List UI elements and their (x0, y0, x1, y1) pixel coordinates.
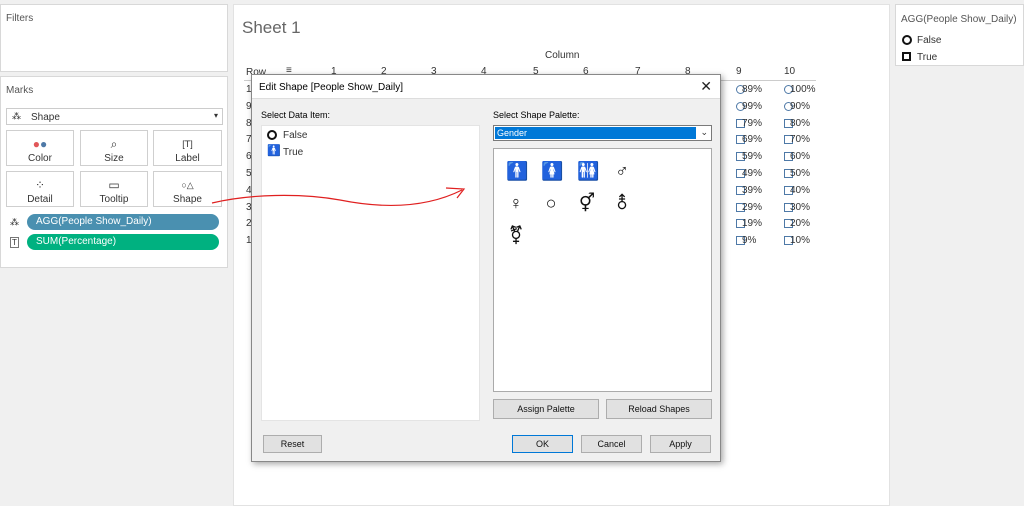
percentage-label: 50% (790, 168, 811, 179)
shape-palette-grid[interactable]: 🚹 🚺 🚻 ♂ ♀ ○ ⚥ ⚨ ⚧ (493, 148, 712, 392)
percentage-label: 49% (742, 168, 763, 179)
sheet-title: Sheet 1 (242, 18, 301, 37)
column-number: 10 (784, 66, 796, 77)
person-shape-icon: 🚹 (267, 145, 281, 157)
percentage-label: 29% (742, 201, 763, 213)
ok-button[interactable]: OK (512, 435, 573, 453)
color-card[interactable]: ●● Color (6, 130, 74, 166)
color-icon: ●● (32, 137, 48, 151)
percentage-label: 40% (790, 184, 811, 196)
female-figure-icon[interactable]: 🚺 (541, 161, 563, 181)
shape-mark-icon: ⁂ (12, 111, 21, 121)
percentage-label: 80% (790, 117, 811, 129)
size-card-label: Size (104, 153, 124, 164)
percentage-label: 9% (742, 235, 757, 247)
filters-shelf[interactable]: Filters (0, 4, 228, 72)
cancel-button[interactable]: Cancel (581, 435, 642, 453)
percentage-label: 89% (742, 84, 763, 95)
mark-type-value: Shape (31, 112, 60, 123)
reload-shapes-button[interactable]: Reload Shapes (606, 399, 712, 419)
text-field-icon: T (10, 237, 19, 248)
agg-people-show-daily-pill[interactable]: AGG(People Show_Daily) (27, 214, 219, 230)
shape-field-icon: ⁂ (10, 217, 19, 227)
legend-item-false[interactable]: False (917, 35, 941, 46)
transgender-icon[interactable]: ⚧ (506, 225, 526, 245)
male-symbol-icon[interactable]: ♂ (612, 161, 632, 181)
detail-icon: ⁘ (34, 178, 46, 192)
size-icon: ⌕ (110, 137, 118, 151)
female-symbol-icon[interactable]: ♀ (506, 193, 526, 213)
dialog-title: Edit Shape [People Show_Daily] (259, 82, 403, 93)
data-item-list[interactable]: False 🚹 True (261, 125, 480, 421)
male-figure-icon[interactable]: 🚹 (506, 161, 528, 181)
circle-shape-icon (902, 35, 912, 45)
shape-palette-dropdown[interactable]: Gender ⌄ (493, 125, 712, 141)
percentage-label: 69% (742, 134, 763, 146)
shape-legend: AGG(People Show_Daily) False True (895, 4, 1024, 66)
detail-card[interactable]: ⁘ Detail (6, 171, 74, 207)
mark-type-dropdown[interactable]: ⁂ Shape ▾ (6, 108, 223, 125)
apply-button[interactable]: Apply (650, 435, 711, 453)
select-shape-palette-label: Select Shape Palette: (493, 110, 580, 120)
square-shape-icon (902, 52, 911, 61)
person-figure-icon[interactable]: 🚻 (577, 161, 599, 181)
shape-icon: ○△ (181, 180, 194, 190)
column-number: 9 (736, 66, 742, 77)
chevron-down-icon: ⌄ (700, 127, 708, 137)
percentage-label: 59% (742, 151, 763, 163)
data-item-false[interactable]: False (283, 130, 307, 141)
shape-card[interactable]: ○△ Shape (153, 171, 222, 207)
color-card-label: Color (28, 153, 52, 164)
mars-stroke-icon[interactable]: ⚨ (612, 193, 632, 213)
select-data-item-label: Select Data Item: (261, 110, 331, 120)
filters-title: Filters (6, 13, 34, 24)
tooltip-card[interactable]: ▭ Tooltip (80, 171, 148, 207)
assign-palette-button[interactable]: Assign Palette (493, 399, 599, 419)
shape-card-label: Shape (173, 194, 202, 205)
reset-button[interactable]: Reset (263, 435, 322, 453)
label-card[interactable]: [T] Label (153, 130, 222, 166)
detail-card-label: Detail (27, 194, 53, 205)
circle-icon[interactable]: ○ (541, 193, 561, 213)
percentage-label: 79% (742, 117, 763, 129)
percentage-label: 99% (742, 100, 763, 112)
percentage-label: 20% (790, 218, 811, 230)
percentage-label: 30% (790, 201, 811, 213)
label-icon: [T] (182, 139, 193, 149)
percentage-label: 70% (790, 134, 811, 146)
percentage-label: 90% (790, 100, 811, 112)
sum-percentage-pill[interactable]: SUM(Percentage) (27, 234, 219, 250)
column-header: Column (545, 50, 580, 61)
legend-title: AGG(People Show_Daily) (901, 14, 1017, 25)
percentage-label: 100% (790, 84, 816, 95)
percentage-label: 19% (742, 218, 763, 230)
percentage-label: 60% (790, 151, 811, 163)
marks-card: Marks ⁂ Shape ▾ ●● Color ⌕ Size [T] Labe… (0, 76, 228, 268)
edit-shape-dialog: Edit Shape [People Show_Daily] ✕ Select … (251, 74, 721, 462)
size-card[interactable]: ⌕ Size (80, 130, 148, 166)
circle-shape-icon (267, 130, 277, 140)
legend-item-true[interactable]: True (917, 52, 937, 63)
chevron-down-icon: ▾ (213, 111, 218, 120)
label-card-label: Label (175, 153, 200, 164)
palette-value: Gender (495, 127, 696, 139)
mars-venus-icon[interactable]: ⚥ (577, 193, 597, 213)
data-item-true[interactable]: True (283, 147, 303, 158)
marks-title: Marks (6, 85, 34, 96)
tooltip-icon: ▭ (108, 178, 120, 192)
tooltip-card-label: Tooltip (99, 194, 129, 205)
dialog-titlebar: Edit Shape [People Show_Daily] ✕ (252, 75, 720, 99)
percentage-label: 10% (790, 235, 811, 247)
close-icon[interactable]: ✕ (700, 78, 712, 95)
percentage-label: 39% (742, 184, 763, 196)
